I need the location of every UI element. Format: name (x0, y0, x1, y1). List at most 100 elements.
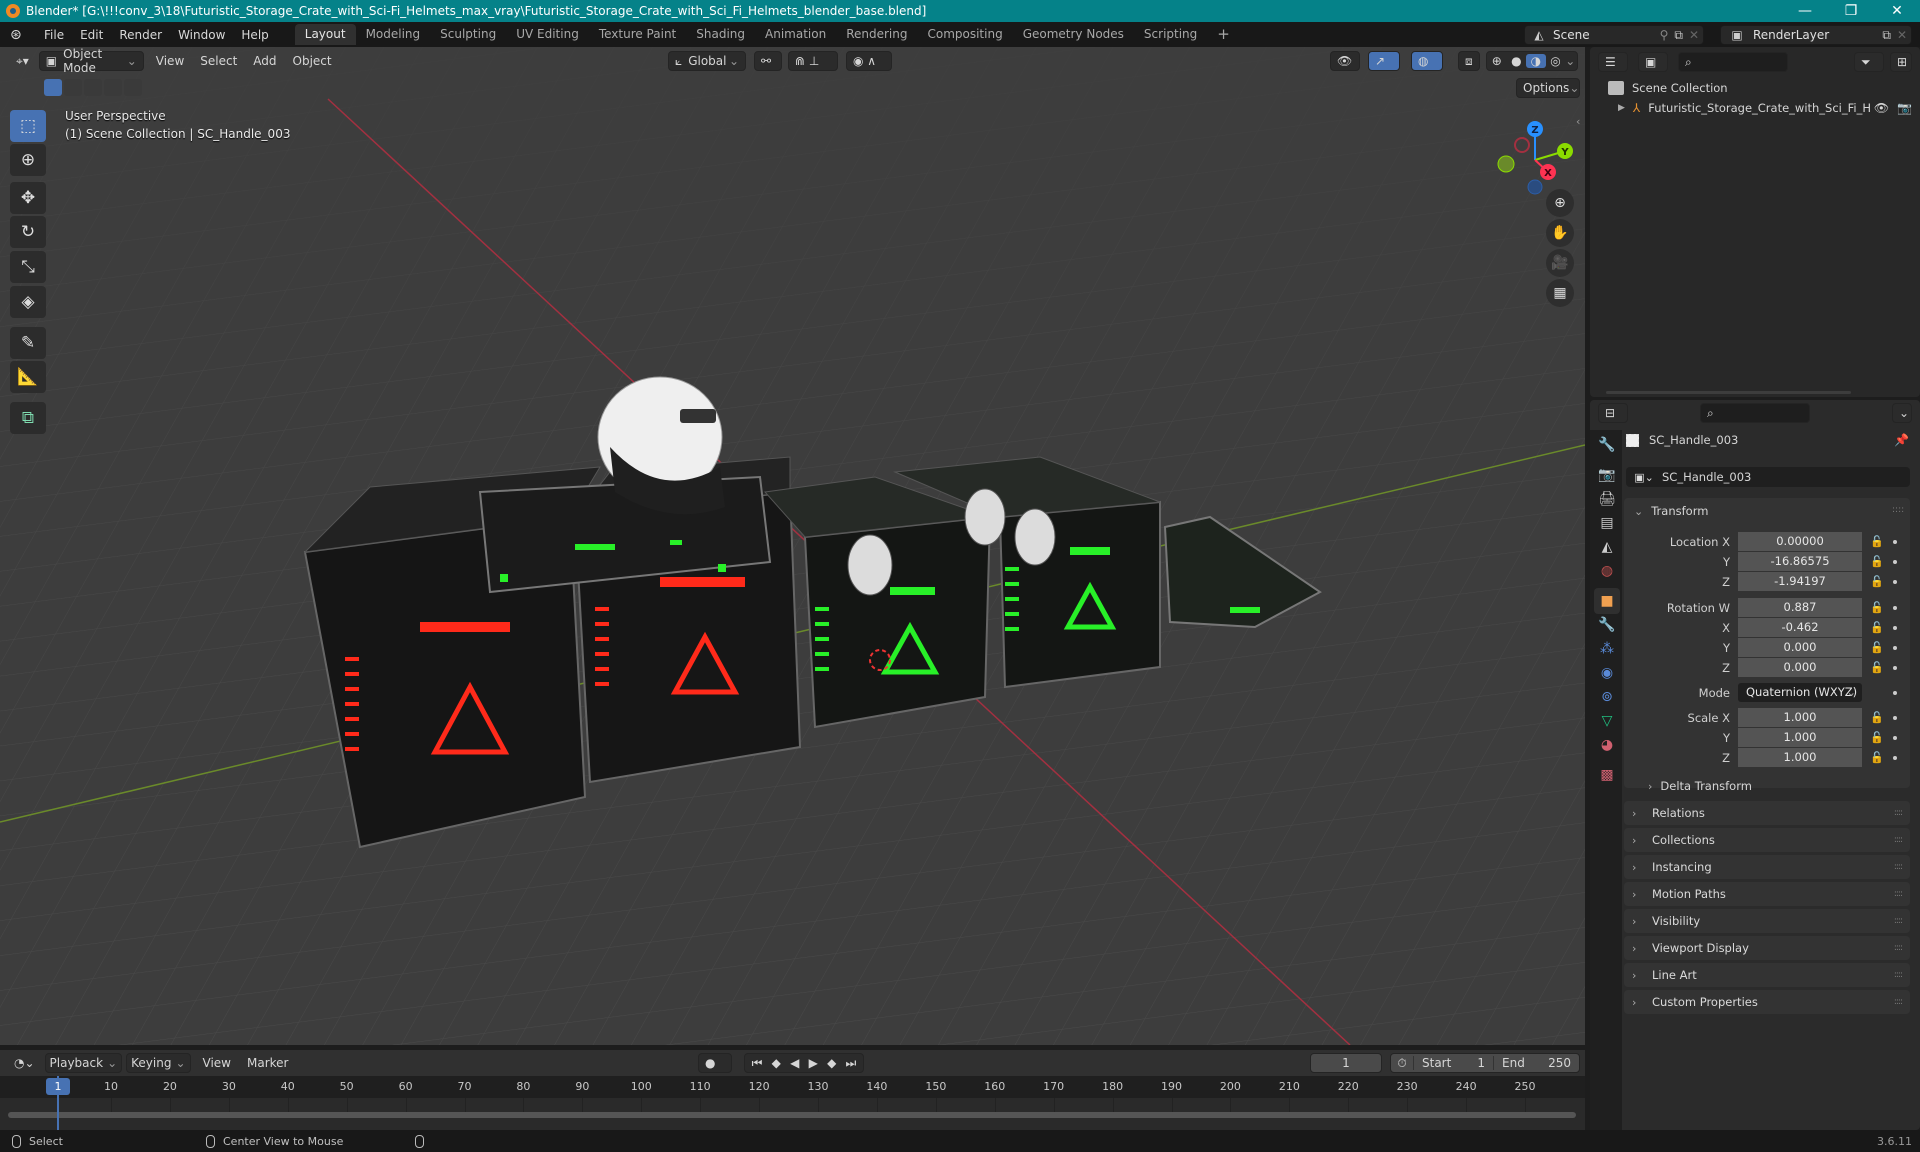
drag-grip-icon[interactable]: :::: (1894, 997, 1903, 1007)
delete-view-layer-icon[interactable]: ✕ (1897, 28, 1907, 42)
properties-search-input[interactable]: ⌕ (1700, 403, 1810, 423)
tool-rotate[interactable]: ↻ (10, 216, 46, 248)
blender-menu-icon[interactable]: ⊛ (10, 27, 28, 43)
workspace-tab-uv-editing[interactable]: UV Editing (506, 24, 589, 45)
timeline-body[interactable] (0, 1098, 1585, 1130)
panel-collections[interactable]: › Collections:::: (1624, 828, 1910, 852)
chevron-down-icon[interactable]: ⌄ (1565, 54, 1577, 68)
pin-icon[interactable]: 📌 (1894, 433, 1909, 447)
add-workspace-button[interactable]: + (1207, 24, 1240, 45)
keyframe-dot-icon[interactable] (1893, 756, 1897, 760)
scale-z-field[interactable]: 1.000 (1738, 748, 1862, 767)
panel-line-art[interactable]: › Line Art:::: (1624, 963, 1910, 987)
close-button[interactable]: ✕ (1874, 0, 1920, 22)
workspace-tab-compositing[interactable]: Compositing (917, 24, 1012, 45)
mode-selector[interactable]: ▣ Object Mode ⌄ (38, 47, 144, 75)
rotation-w-field[interactable]: 0.887 (1738, 598, 1862, 617)
panel-motion-paths[interactable]: › Motion Paths:::: (1624, 882, 1910, 906)
workspace-tab-rendering[interactable]: Rendering (836, 24, 917, 45)
object-type-dropdown-icon[interactable]: ▣⌄ (1626, 471, 1662, 484)
select-intersect-icon[interactable] (124, 79, 142, 96)
play-icon[interactable]: ▶ (809, 1056, 818, 1070)
material-preview-shading-button[interactable]: ◑ (1526, 54, 1546, 68)
workspace-tab-geometry-nodes[interactable]: Geometry Nodes (1013, 24, 1134, 45)
camera-render-icon[interactable]: 📷 (1897, 101, 1912, 115)
auto-keying-toggle[interactable]: ● (698, 1053, 732, 1073)
new-collection-button[interactable]: ⊞ (1890, 52, 1912, 72)
scale-y-field[interactable]: 1.000 (1738, 728, 1862, 747)
playhead-frame-badge[interactable]: 1 (46, 1078, 70, 1095)
outliner-filter-button[interactable]: ⏷ (1854, 52, 1884, 72)
jump-to-start-icon[interactable]: ⏮ (752, 1056, 763, 1071)
tool-cursor[interactable]: ⊕ (10, 144, 46, 176)
keyframe-dot-icon[interactable] (1893, 626, 1897, 630)
tab-tool[interactable]: 🔧 (1594, 432, 1620, 458)
wireframe-shading-button[interactable]: ⊕ (1487, 54, 1507, 68)
outliner-filter-view-button[interactable]: ▣ (1638, 52, 1668, 72)
jump-to-end-icon[interactable]: ⏭ (846, 1056, 857, 1071)
lock-scale-y-icon[interactable]: 🔓 (1870, 731, 1884, 744)
location-x-field[interactable]: 0.00000 (1738, 532, 1862, 551)
minimize-button[interactable]: — (1782, 0, 1828, 22)
select-new-icon[interactable] (44, 79, 62, 96)
view-layer-name[interactable]: RenderLayer (1753, 28, 1882, 42)
playback-dropdown[interactable]: Playback ⌄ (44, 1053, 123, 1073)
workspace-tab-shading[interactable]: Shading (686, 24, 755, 45)
workspace-tab-texture-paint[interactable]: Texture Paint (589, 24, 686, 45)
3d-viewport[interactable]: ⌖▾ ▣ Object Mode ⌄ View Select Add Objec… (0, 47, 1585, 1045)
delete-scene-icon[interactable]: ✕ (1689, 28, 1699, 42)
gizmo-toggle[interactable]: ↗ (1368, 51, 1400, 71)
timeline-ruler[interactable]: 10 20 30 40 50 60 70 80 90 100 110 120 130 140 150 160 1… (0, 1076, 1585, 1098)
rotation-mode-dropdown[interactable]: Quaternion (WXYZ) ⌄ (1738, 683, 1862, 702)
drag-grip-icon[interactable]: :::: (1894, 862, 1903, 872)
new-scene-icon[interactable]: ⧉ (1674, 28, 1683, 43)
scene-selector[interactable]: ◭ Scene ⚲ ⧉ ✕ (1524, 25, 1704, 45)
scene-name[interactable]: Scene (1553, 28, 1660, 42)
tab-texture[interactable]: ▩ (1594, 762, 1620, 788)
timeline-menu-view[interactable]: View (195, 1056, 239, 1070)
start-frame-field[interactable]: Start 1 (1413, 1056, 1493, 1070)
current-frame-field[interactable]: 1 (1310, 1053, 1382, 1073)
drag-grip-icon[interactable]: :::: (1894, 808, 1903, 818)
keyframe-dot-icon[interactable] (1893, 716, 1897, 720)
workspace-tab-layout[interactable]: Layout (294, 24, 356, 45)
keyframe-dot-icon[interactable] (1893, 560, 1897, 564)
panel-viewport-display[interactable]: › Viewport Display:::: (1624, 936, 1910, 960)
sidebar-toggle-icon[interactable]: ‹ (1576, 115, 1580, 128)
keyframe-dot-icon[interactable] (1893, 691, 1897, 695)
transform-orientation-dropdown[interactable]: ⟀ Global ⌄ (668, 51, 746, 71)
outliner-item[interactable]: ▶ ⅄ Futuristic_Storage_Crate_with_Sci_Fi… (1618, 98, 1918, 118)
menu-edit[interactable]: Edit (72, 28, 111, 42)
drag-grip-icon[interactable]: :::: (1894, 970, 1903, 980)
select-extend-icon[interactable] (64, 79, 82, 96)
lock-rotation-y-icon[interactable]: 🔓 (1870, 641, 1884, 654)
new-view-layer-icon[interactable]: ⧉ (1882, 28, 1891, 43)
solid-shading-button[interactable]: ● (1507, 54, 1527, 68)
overlays-toggle[interactable]: ◍ (1411, 51, 1443, 71)
rotation-x-field[interactable]: -0.462 (1738, 618, 1862, 637)
tab-render[interactable]: 📷 (1594, 462, 1620, 488)
play-reverse-icon[interactable]: ◀ (790, 1056, 799, 1070)
rendered-shading-button[interactable]: ◎ (1546, 54, 1566, 68)
panel-visibility[interactable]: › Visibility:::: (1624, 909, 1910, 933)
proportional-editing-toggle[interactable]: ◉ ∧ (846, 51, 892, 71)
delta-transform-subpanel[interactable]: › Delta Transform (1648, 779, 1752, 793)
pin-icon[interactable]: ⚲ (1660, 28, 1669, 42)
select-subtract-icon[interactable] (84, 79, 102, 96)
options-dropdown[interactable]: Options ⌄ (1516, 78, 1580, 98)
outliner-scene-collection[interactable]: Scene Collection (1608, 78, 1728, 98)
eye-icon[interactable]: 👁 (1874, 101, 1889, 115)
keyframe-dot-icon[interactable] (1893, 580, 1897, 584)
keying-dropdown[interactable]: Keying ⌄ (126, 1053, 191, 1073)
editor-type-button[interactable]: ⌖▾ (10, 51, 35, 71)
workspace-tab-sculpting[interactable]: Sculpting (430, 24, 506, 45)
expand-arrow-icon[interactable]: ▶ (1618, 103, 1625, 113)
workspace-tab-animation[interactable]: Animation (755, 24, 836, 45)
workspace-tab-scripting[interactable]: Scripting (1134, 24, 1207, 45)
workspace-tab-modeling[interactable]: Modeling (356, 24, 431, 45)
drag-grip-icon[interactable]: :::: (1894, 916, 1903, 926)
panel-custom-properties[interactable]: › Custom Properties:::: (1624, 990, 1910, 1014)
location-z-field[interactable]: -1.94197 (1738, 572, 1862, 591)
outliner-search-input[interactable]: ⌕ (1678, 52, 1788, 72)
menu-render[interactable]: Render (111, 28, 170, 42)
